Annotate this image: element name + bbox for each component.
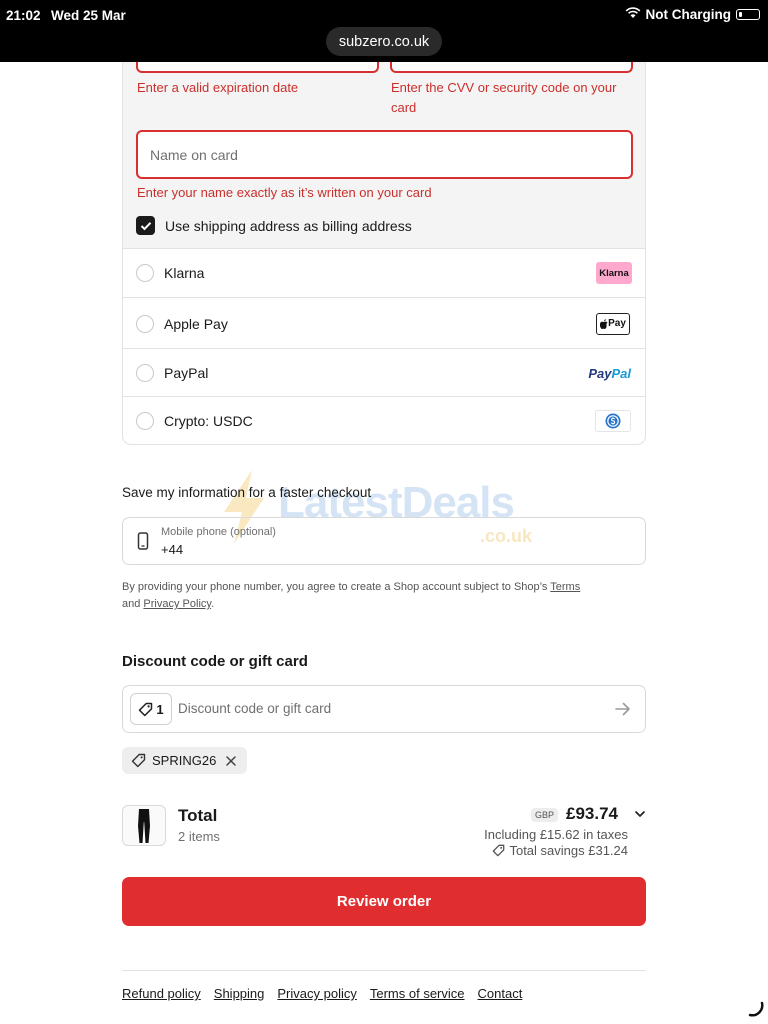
applied-discount-count-badge: 1 <box>130 693 172 725</box>
legal-end: . <box>211 598 215 610</box>
payment-option-crypto-usdc[interactable]: Crypto: USDC <box>123 397 645 444</box>
apple-pay-logo-icon: Pay <box>596 312 630 335</box>
tag-icon <box>131 753 146 768</box>
cvv-error: Enter the CVV or security code on your c… <box>391 80 617 115</box>
discount-count: 1 <box>156 701 164 717</box>
total-savings: Total savings £31.24 <box>492 843 628 858</box>
battery-icon <box>736 9 760 20</box>
apple-pay-radio[interactable] <box>136 314 154 333</box>
terms-link[interactable]: Terms <box>550 581 580 593</box>
applied-discount-chip: SPRING26 <box>122 747 247 774</box>
status-date: Wed 25 Mar <box>51 8 126 23</box>
remove-discount-close-icon[interactable] <box>225 755 237 767</box>
privacy-policy-footer-link[interactable]: Privacy policy <box>277 986 356 1001</box>
expiry-error: Enter a valid expiration date <box>137 80 299 95</box>
mobile-phone-field[interactable]: Mobile phone (optional) +44 <box>122 517 646 565</box>
apply-arrow-icon[interactable] <box>614 701 632 717</box>
loading-spinner-icon <box>748 1001 764 1017</box>
review-order-button[interactable]: Review order <box>122 877 646 926</box>
name-error: Enter your name exactly as it’s written … <box>137 185 432 200</box>
discount-code-placeholder: Discount code or gift card <box>178 701 332 716</box>
klarna-label: Klarna <box>164 265 205 281</box>
leggings-icon <box>138 808 150 843</box>
payment-option-klarna[interactable]: Klarna Klarna <box>123 249 645 298</box>
mobile-phone-icon <box>137 532 149 550</box>
save-info-title: Save my information for a faster checkou… <box>122 485 372 500</box>
payment-option-paypal[interactable]: PayPal PayPal <box>123 350 645 397</box>
tag-icon <box>493 844 505 857</box>
name-on-card-placeholder: Name on card <box>150 146 238 163</box>
footer-links: Refund policy Shipping Privacy policy Te… <box>122 986 522 1001</box>
address-bar[interactable]: subzero.co.uk <box>326 27 442 56</box>
discount-code-field[interactable]: 1 Discount code or gift card <box>122 685 646 733</box>
payment-panel: Enter a valid expiration date Enter the … <box>122 54 646 445</box>
footer-divider <box>122 970 646 971</box>
paypal-label: PayPal <box>164 365 209 381</box>
status-bar: 21:02 Wed 25 Mar Not Charging subzero.co… <box>0 0 768 62</box>
product-thumbnail <box>122 805 166 846</box>
applied-discount-code: SPRING26 <box>152 753 217 768</box>
status-time: 21:02 <box>6 8 41 23</box>
paypal-logo-text-1: Pay <box>588 365 612 381</box>
url-text: subzero.co.uk <box>338 33 430 50</box>
billing-address-label: Use shipping address as billing address <box>165 217 412 234</box>
billing-address-checkbox[interactable] <box>136 216 155 235</box>
refund-policy-link[interactable]: Refund policy <box>122 986 201 1001</box>
payment-option-apple-pay[interactable]: Apple Pay Pay <box>123 299 645 349</box>
battery-status-text: Not Charging <box>645 7 732 22</box>
apple-pay-label: Apple Pay <box>164 315 228 332</box>
taxes-text: Including £15.62 in taxes <box>484 827 628 842</box>
crypto-usdc-label: Crypto: USDC <box>164 412 253 429</box>
mobile-phone-value: +44 <box>161 542 184 557</box>
billing-address-checkbox-row[interactable]: Use shipping address as billing address <box>136 216 412 235</box>
apple-pay-logo-text: Pay <box>608 318 626 329</box>
klarna-logo-icon: Klarna <box>596 262 632 284</box>
status-indicators: Not Charging <box>625 7 760 22</box>
currency-badge: GBP <box>531 808 558 822</box>
total-savings-text: Total savings £31.24 <box>509 843 628 858</box>
shipping-link[interactable]: Shipping <box>214 986 265 1001</box>
privacy-policy-link[interactable]: Privacy Policy <box>143 598 211 610</box>
items-count: 2 items <box>178 829 220 844</box>
card-form: Enter a valid expiration date Enter the … <box>123 54 645 249</box>
paypal-logo-text-2: Pal <box>611 365 631 381</box>
tag-icon <box>139 702 153 716</box>
paypal-logo-icon: PayPal <box>588 366 631 381</box>
crypto-usdc-radio[interactable] <box>136 411 154 430</box>
checkmark-icon <box>140 221 151 230</box>
contact-link[interactable]: Contact <box>478 986 523 1001</box>
shop-account-legal-text: By providing your phone number, you agre… <box>122 581 581 610</box>
chevron-down-icon[interactable] <box>634 810 646 818</box>
klarna-radio[interactable] <box>136 264 154 282</box>
wifi-icon <box>625 7 641 22</box>
legal-prefix: By providing your phone number, you agre… <box>122 581 551 593</box>
usdc-logo-icon <box>595 409 631 432</box>
terms-of-service-link[interactable]: Terms of service <box>370 986 465 1001</box>
name-on-card-field[interactable]: Name on card <box>136 130 633 179</box>
discount-section-title: Discount code or gift card <box>122 653 308 670</box>
mobile-phone-label: Mobile phone (optional) <box>161 526 276 538</box>
total-price[interactable]: £93.74 <box>566 804 618 824</box>
apple-icon <box>600 318 608 329</box>
total-label: Total <box>178 806 218 825</box>
paypal-radio[interactable] <box>136 364 154 382</box>
